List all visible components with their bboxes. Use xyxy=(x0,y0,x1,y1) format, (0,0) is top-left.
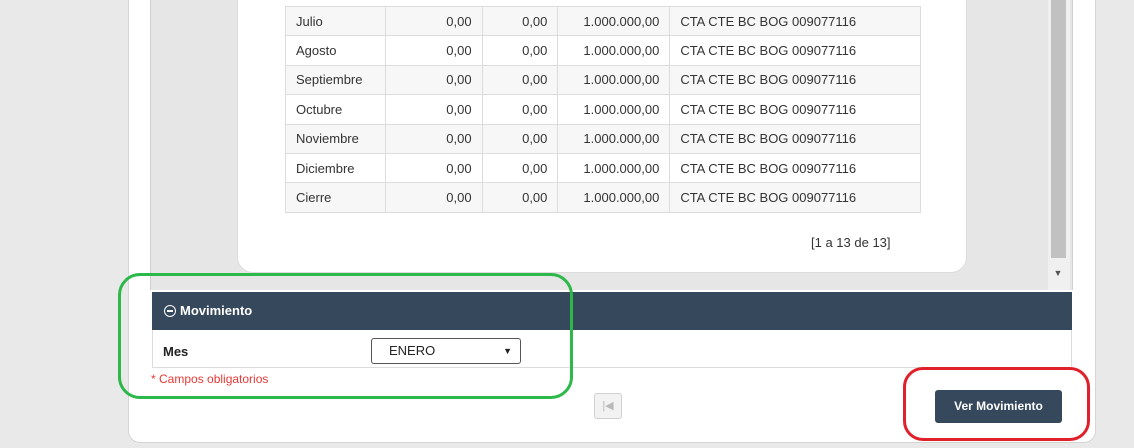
cell-month: Cierre xyxy=(285,182,386,213)
pagination-summary: [1 a 13 de 13] xyxy=(811,235,891,250)
cell-value-a: 0,00 xyxy=(384,64,483,96)
table-row: Diciembre 0,00 0,00 1.000.000,00 CTA CTE BC … xyxy=(285,152,921,184)
cell-account: CTA CTE BC BOG 009077116 xyxy=(669,5,921,37)
cell-value-b: 0,00 xyxy=(481,94,559,125)
cell-value-a: 0,00 xyxy=(384,5,483,37)
cell-value-c: 1.000.000,00 xyxy=(557,182,671,213)
cell-value-a: 0,00 xyxy=(384,152,483,184)
scrollbar-thumb[interactable] xyxy=(1051,0,1066,258)
cell-month: Agosto xyxy=(285,35,386,66)
cell-value-b: 0,00 xyxy=(481,5,559,37)
cell-account: CTA CTE BC BOG 009077116 xyxy=(669,64,921,96)
table-row: Octubre 0,00 0,00 1.000.000,00 CTA CTE BC BO… xyxy=(285,94,921,125)
table-row: Cierre 0,00 0,00 1.000.000,00 CTA CTE BC BOG… xyxy=(285,182,921,213)
table-row: Septiembre 0,00 0,00 1.000.000,00 CTA CTE BC… xyxy=(285,64,921,96)
cell-account: CTA CTE BC BOG 009077116 xyxy=(669,182,921,213)
cell-month: Septiembre xyxy=(285,64,386,96)
cell-month: Julio xyxy=(285,5,386,37)
cell-value-a: 0,00 xyxy=(384,182,483,213)
cell-value-c: 1.000.000,00 xyxy=(557,152,671,184)
cell-value-b: 0,00 xyxy=(481,182,559,213)
results-table: Julio 0,00 0,00 1.000.000,00 CTA CTE BC BOG … xyxy=(285,5,921,213)
table-row: Noviembre 0,00 0,00 1.000.000,00 CTA CTE BC … xyxy=(285,123,921,154)
first-page-button[interactable]: |◀ xyxy=(594,393,622,419)
cell-account: CTA CTE BC BOG 009077116 xyxy=(669,152,921,184)
table-row: Agosto 0,00 0,00 1.000.000,00 CTA CTE BC BOG… xyxy=(285,35,921,66)
cell-month: Noviembre xyxy=(285,123,386,154)
cell-account: CTA CTE BC BOG 009077116 xyxy=(669,123,921,154)
cell-value-a: 0,00 xyxy=(384,35,483,66)
cell-value-c: 1.000.000,00 xyxy=(557,123,671,154)
cell-value-a: 0,00 xyxy=(384,94,483,125)
scroll-down-arrow-icon[interactable]: ▼ xyxy=(1052,268,1064,278)
cell-value-a: 0,00 xyxy=(384,123,483,154)
cell-value-b: 0,00 xyxy=(481,64,559,96)
cell-value-c: 1.000.000,00 xyxy=(557,64,671,96)
table-row: Julio 0,00 0,00 1.000.000,00 CTA CTE BC BOG … xyxy=(285,5,921,37)
green-highlight-outline xyxy=(118,273,573,399)
cell-value-c: 1.000.000,00 xyxy=(557,35,671,66)
cell-month: Diciembre xyxy=(285,152,386,184)
red-highlight-outline xyxy=(903,367,1090,441)
cell-account: CTA CTE BC BOG 009077116 xyxy=(669,94,921,125)
cell-value-c: 1.000.000,00 xyxy=(557,94,671,125)
cell-account: CTA CTE BC BOG 009077116 xyxy=(669,35,921,66)
cell-value-c: 1.000.000,00 xyxy=(557,5,671,37)
cell-value-b: 0,00 xyxy=(481,35,559,66)
cell-month: Octubre xyxy=(285,94,386,125)
cell-value-b: 0,00 xyxy=(481,123,559,154)
cell-value-b: 0,00 xyxy=(481,152,559,184)
